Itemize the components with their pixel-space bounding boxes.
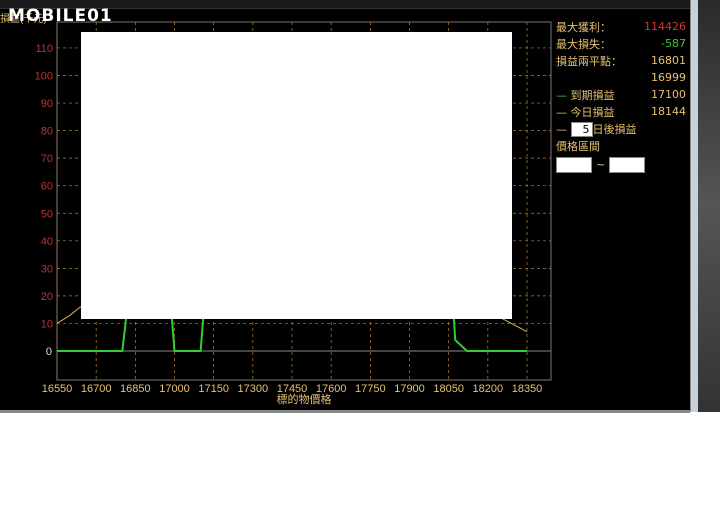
x-tick-label: 17000 <box>159 383 190 395</box>
today-legend-icon: — <box>556 105 571 119</box>
expiry-legend-icon: — <box>556 88 571 102</box>
breakeven-2: 16999 <box>651 71 686 84</box>
x-tick-label: 17300 <box>238 383 269 395</box>
breakeven-3: 17100 <box>651 88 686 101</box>
range-tilde: ~ <box>596 158 606 171</box>
y-tick-label: 100 <box>35 71 53 83</box>
y-tick-label: 40 <box>41 236 53 248</box>
days-after-label: 日後損益 <box>592 122 637 136</box>
y-tick-label: 10 <box>41 318 53 330</box>
range-from-input[interactable] <box>556 156 592 173</box>
days-input[interactable]: 5 <box>570 121 593 137</box>
breakeven-label: 損益兩平點： <box>556 54 622 68</box>
y-tick-label: 60 <box>41 181 53 193</box>
days-legend-icon: — <box>556 122 571 136</box>
x-tick-label: 16850 <box>120 383 151 395</box>
expiry-legend-label: 到期損益 <box>570 88 615 102</box>
watermark-logo: MOBILE01 <box>8 6 113 26</box>
max-loss-value: -587 <box>661 37 686 50</box>
y-tick-label: 0 <box>46 346 52 358</box>
x-axis-label: 標的物價格 <box>277 392 332 406</box>
y-tick-label: 110 <box>35 43 53 55</box>
occlusion-overlay <box>81 32 512 319</box>
background-edge <box>698 0 720 412</box>
x-tick-label: 17900 <box>394 383 425 395</box>
summary-panel: 最大獲利： 114426 最大損失： -587 損益兩平點： 16801 16999 … <box>556 18 686 173</box>
x-tick-label: 18350 <box>512 383 543 395</box>
price-range-label: 價格區間 <box>556 139 600 153</box>
y-tick-label: 70 <box>41 153 53 165</box>
breakeven-1: 16801 <box>651 54 686 67</box>
breakeven-4: 18144 <box>651 105 686 118</box>
y-tick-label: 80 <box>41 126 53 138</box>
x-tick-label: 16550 <box>42 383 73 395</box>
y-tick-label: 90 <box>41 98 53 110</box>
max-profit-label: 最大獲利： <box>556 20 611 34</box>
x-tick-label: 18050 <box>433 383 464 395</box>
max-profit-value: 114426 <box>644 20 686 33</box>
payoff-chart: 16550 16700 16850 17000 17150 17300 17450 17600… <box>0 12 552 406</box>
range-to-input[interactable] <box>609 156 646 173</box>
payoff-window: 16550 16700 16850 17000 17150 17300 17450 17600… <box>0 0 690 413</box>
max-loss-label: 最大損失： <box>556 37 611 51</box>
y-tick-label: 50 <box>41 208 53 220</box>
y-tick-label: 30 <box>41 263 53 275</box>
x-tick-label: 18200 <box>473 383 504 395</box>
x-tick-label: 17150 <box>198 383 229 395</box>
x-tick-label: 16700 <box>81 383 112 395</box>
x-tick-label: 17750 <box>355 383 386 395</box>
y-tick-label: 20 <box>41 291 53 303</box>
today-legend-label: 今日損益 <box>570 105 615 119</box>
